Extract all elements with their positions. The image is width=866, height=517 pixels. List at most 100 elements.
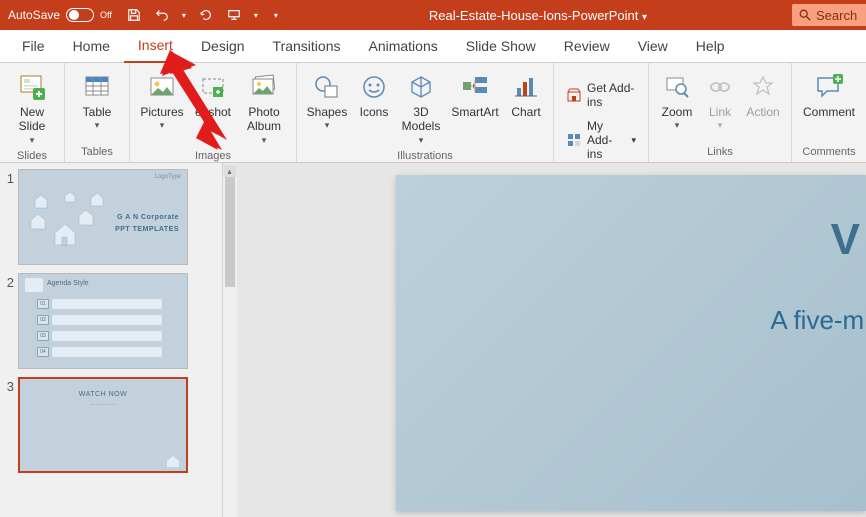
thumbnail-row: 3 WATCH NOW — — — — — xyxy=(4,377,218,473)
tab-view[interactable]: View xyxy=(624,30,682,63)
store-icon xyxy=(566,87,582,103)
group-label-comments: Comments xyxy=(792,144,866,162)
chevron-down-icon: ▾ xyxy=(262,135,267,146)
undo-dropdown-icon[interactable]: ▾ xyxy=(182,11,186,20)
link-icon xyxy=(704,71,736,103)
tab-file[interactable]: File xyxy=(8,30,59,63)
agenda-bar xyxy=(52,299,162,309)
3d-models-label: 3D Models xyxy=(402,105,441,134)
qat-customize-icon[interactable]: ▾ xyxy=(274,11,278,20)
thumbnail-slide-2[interactable]: Agenda Style 01 02 03 04 xyxy=(18,273,188,369)
link-label: Link xyxy=(709,105,731,119)
zoom-label: Zoom xyxy=(662,105,693,119)
chevron-down-icon: ▾ xyxy=(95,120,100,131)
tab-review[interactable]: Review xyxy=(550,30,624,63)
agenda-bar xyxy=(52,331,162,341)
scrollbar-handle[interactable] xyxy=(225,177,235,287)
save-icon[interactable] xyxy=(126,7,142,23)
table-icon xyxy=(81,71,113,103)
chevron-down-icon: ▾ xyxy=(160,120,165,131)
slide2-title: Agenda Style xyxy=(47,280,89,287)
screenshot-button[interactable]: enshot ▾ xyxy=(190,69,236,133)
ribbon-group-slides: New Slide ▾ Slides xyxy=(0,63,65,162)
search-icon xyxy=(798,8,812,22)
icons-button[interactable]: Icons xyxy=(353,69,395,121)
slide-editor[interactable]: V A five-mi xyxy=(236,163,866,517)
thumbnail-number: 1 xyxy=(4,169,18,186)
thumbnail-slide-1[interactable]: LogoType G A N Corporate PPT TEMPLATES xyxy=(18,169,188,265)
autosave-toggle[interactable]: AutoSave Off xyxy=(0,8,120,22)
slide-canvas[interactable]: V A five-mi xyxy=(396,175,866,511)
ribbon-group-links: Zoom ▾ Link ▾ Action Links xyxy=(649,63,792,162)
3d-models-icon xyxy=(405,71,437,103)
my-addins-label: My Add-ins xyxy=(587,119,622,161)
chevron-down-icon: ▾ xyxy=(718,120,723,131)
tab-help[interactable]: Help xyxy=(682,30,739,63)
slide1-logo: LogoType xyxy=(155,174,181,180)
zoom-button[interactable]: Zoom ▾ xyxy=(655,69,699,133)
screenshot-icon xyxy=(197,71,229,103)
chevron-down-icon: ▾ xyxy=(419,135,424,146)
icons-icon xyxy=(358,71,390,103)
search-placeholder: Search xyxy=(816,8,857,23)
house-icon xyxy=(166,455,180,467)
pictures-button[interactable]: Pictures ▾ xyxy=(136,69,188,133)
photo-album-icon xyxy=(248,71,280,103)
link-button[interactable]: Link ▾ xyxy=(701,69,739,133)
get-addins-button[interactable]: Get Add-ins xyxy=(560,77,642,113)
screenshot-label: enshot xyxy=(195,105,231,119)
scroll-up-icon[interactable]: ▴ xyxy=(224,165,236,177)
search-box[interactable]: Search xyxy=(792,4,866,26)
shapes-label: Shapes xyxy=(307,105,348,119)
chevron-down-icon: ▾ xyxy=(631,135,636,146)
pictures-icon xyxy=(146,71,178,103)
redo-icon[interactable] xyxy=(198,7,214,23)
present-icon[interactable] xyxy=(226,7,242,23)
group-label-links: Links xyxy=(649,144,791,162)
ribbon-group-images: Pictures ▾ enshot ▾ Photo Album ▾ Images xyxy=(130,63,297,162)
tab-insert[interactable]: Insert xyxy=(124,30,187,63)
tab-slideshow[interactable]: Slide Show xyxy=(452,30,550,63)
canvas-subtitle-fragment: A five-mi xyxy=(770,305,866,336)
ribbon-group-tables: Table ▾ Tables xyxy=(65,63,130,162)
chart-button[interactable]: Chart xyxy=(505,69,547,121)
undo-icon[interactable] xyxy=(154,7,170,23)
present-dropdown-icon[interactable]: ▾ xyxy=(254,11,258,20)
chart-icon xyxy=(510,71,542,103)
slide3-subtitle: — — — — — xyxy=(20,401,186,406)
icons-label: Icons xyxy=(360,105,389,119)
slide1-title-1: G A N Corporate xyxy=(117,214,179,221)
group-label-tables: Tables xyxy=(65,144,129,162)
canvas-title-fragment: V xyxy=(831,215,860,265)
tab-transitions[interactable]: Transitions xyxy=(259,30,355,63)
new-slide-label: New Slide xyxy=(19,105,46,134)
workspace: 1 LogoType G A N Corporate PPT TEMPLATES xyxy=(0,163,866,517)
agenda-bar xyxy=(52,315,162,325)
new-slide-button[interactable]: New Slide ▾ xyxy=(6,69,58,148)
title-bar: AutoSave Off ▾ ▾ ▾ Real-Estate-House-Ion… xyxy=(0,0,866,30)
thumbnail-row: 1 LogoType G A N Corporate PPT TEMPLATES xyxy=(4,169,218,265)
tab-animations[interactable]: Animations xyxy=(354,30,451,63)
table-button[interactable]: Table ▾ xyxy=(71,69,123,133)
thumbnail-scrollbar[interactable]: ▴ xyxy=(222,163,236,517)
comment-button[interactable]: Comment xyxy=(798,69,860,121)
quick-access-toolbar: ▾ ▾ ▾ xyxy=(120,7,284,23)
my-addins-button[interactable]: My Add-ins ▾ xyxy=(560,115,642,165)
new-slide-icon xyxy=(16,71,48,103)
smartart-label: SmartArt xyxy=(451,105,498,119)
action-button[interactable]: Action xyxy=(741,69,785,121)
tab-home[interactable]: Home xyxy=(59,30,124,63)
smartart-icon xyxy=(459,71,491,103)
tab-design[interactable]: Design xyxy=(187,30,259,63)
3d-models-button[interactable]: 3D Models ▾ xyxy=(397,69,445,148)
smartart-button[interactable]: SmartArt xyxy=(447,69,503,121)
thumbnail-slide-3[interactable]: WATCH NOW — — — — — xyxy=(18,377,188,473)
ribbon-group-comments: Comment Comments xyxy=(792,63,866,162)
ribbon-tabs: File Home Insert Design Transitions Anim… xyxy=(0,30,866,63)
photo-album-button[interactable]: Photo Album ▾ xyxy=(238,69,290,148)
photo-album-label: Photo Album xyxy=(247,105,281,134)
shapes-button[interactable]: Shapes ▾ xyxy=(303,69,351,133)
chevron-down-icon: ▾ xyxy=(325,120,330,131)
scrollbar-track[interactable] xyxy=(223,177,237,517)
zoom-icon xyxy=(661,71,693,103)
